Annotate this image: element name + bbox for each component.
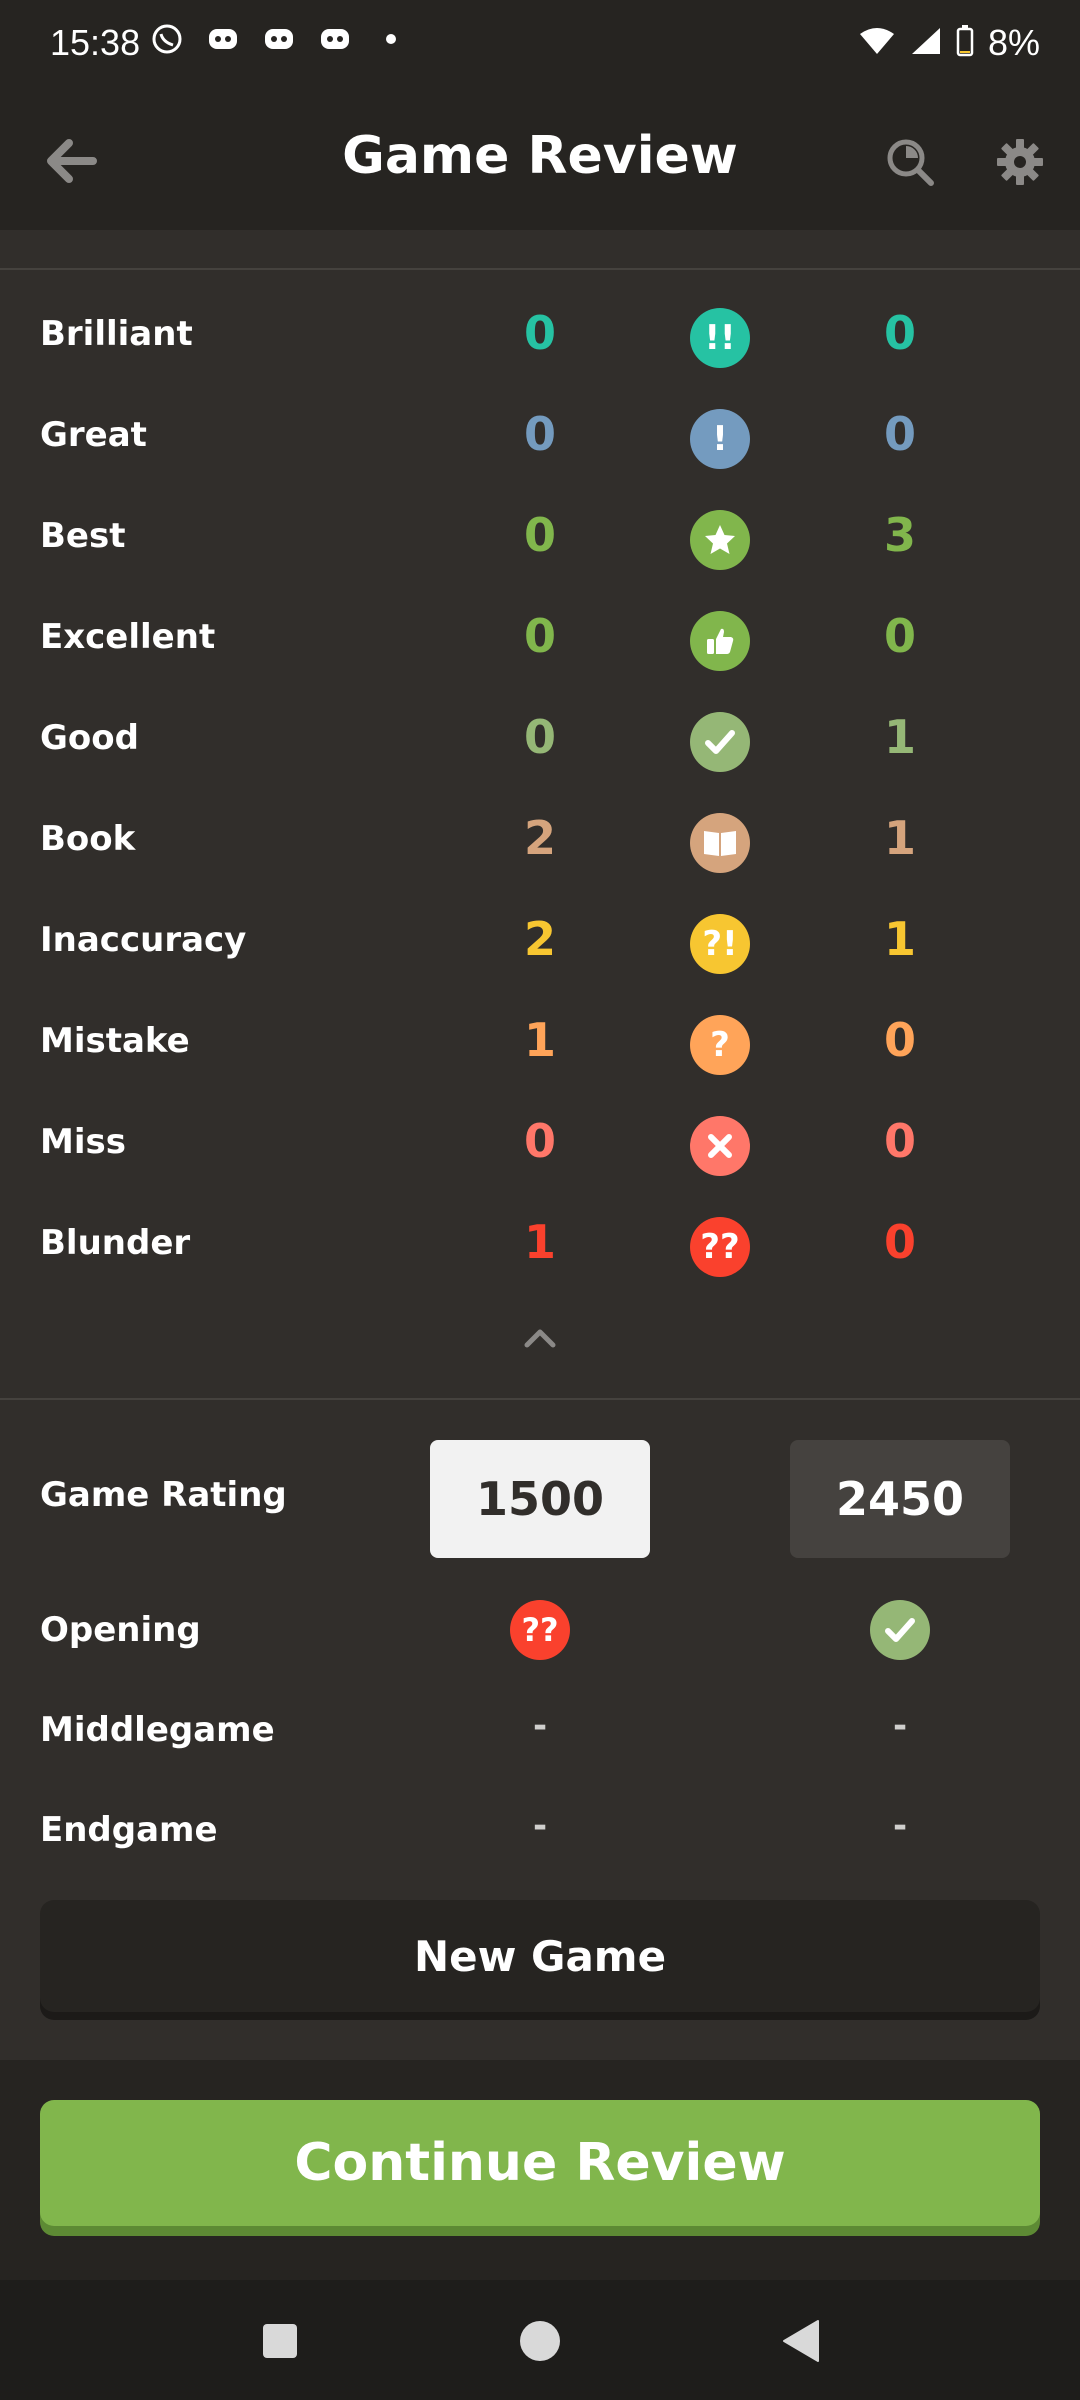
list-item-excellent: Excellent 0 0 <box>0 593 1080 694</box>
white-count: 0 <box>523 609 556 663</box>
system-indicators: 8% <box>858 22 1040 64</box>
wifi-icon <box>858 26 896 60</box>
gear-icon <box>997 139 1043 185</box>
phase-row-endgame: Endgame - - <box>0 1790 1080 1880</box>
status-bar: 15:38 8% <box>0 0 1080 90</box>
system-navigation-bar <box>0 2280 1080 2400</box>
divider <box>0 1398 1080 1400</box>
phase-row-opening: Opening ?? <box>0 1590 1080 1680</box>
move-quality-label: Best <box>40 516 126 556</box>
white-count: 2 <box>523 811 556 865</box>
inaccuracy-icon: ?! <box>690 914 750 974</box>
move-quality-label: Excellent <box>40 617 216 657</box>
list-item-mistake: Mistake 1 ? 0 <box>0 997 1080 1098</box>
thumbs-up-icon <box>690 611 750 671</box>
checkmark-icon <box>690 712 750 772</box>
magnifier-icon <box>887 139 934 186</box>
list-item-brilliant: Brilliant 0 !! 0 <box>0 290 1080 391</box>
phase-label: Opening <box>40 1610 201 1650</box>
white-count: 2 <box>523 912 556 966</box>
white-phase-value: - <box>532 1706 548 1746</box>
list-item-blunder: Blunder 1 ?? 0 <box>0 1199 1080 1300</box>
move-quality-label: Book <box>40 819 136 859</box>
move-quality-label: Great <box>40 415 147 455</box>
analysis-search-button[interactable] <box>880 132 940 192</box>
black-count: 0 <box>883 1114 916 1168</box>
brilliant-icon: !! <box>690 308 750 368</box>
discord-icon <box>206 22 240 56</box>
list-item-best: Best 0 3 <box>0 492 1080 593</box>
new-game-button[interactable]: New Game <box>40 1900 1040 2012</box>
white-count: 0 <box>523 306 556 360</box>
list-item-good: Good 0 1 <box>0 694 1080 795</box>
black-phase-value: - <box>892 1806 908 1846</box>
black-count: 0 <box>883 1013 916 1067</box>
move-quality-label: Good <box>40 718 139 758</box>
triangle-back-icon <box>783 2320 819 2362</box>
x-icon <box>690 1116 750 1176</box>
phase-label: Middlegame <box>40 1710 275 1750</box>
white-count: 0 <box>523 508 556 562</box>
white-count: 0 <box>523 1114 556 1168</box>
white-count: 1 <box>523 1013 556 1067</box>
app-header: Game Review <box>0 90 1080 230</box>
notification-icons <box>150 22 408 56</box>
move-quality-table: Brilliant 0 !! 0 Great 0 ! 0 Best 0 3 Ex… <box>0 290 1080 1300</box>
divider <box>0 268 1080 270</box>
collapse-button[interactable] <box>510 1318 570 1358</box>
discord-icon <box>262 22 296 56</box>
black-count: 3 <box>883 508 916 562</box>
continue-review-button[interactable]: Continue Review <box>40 2100 1040 2226</box>
more-notifications-dot-icon <box>374 22 408 56</box>
circle-icon <box>520 2321 560 2361</box>
black-rating-box: 2450 <box>790 1440 1010 1558</box>
black-count: 0 <box>883 306 916 360</box>
move-quality-label: Brilliant <box>40 314 193 354</box>
white-phase-value: - <box>532 1806 548 1846</box>
white-count: 0 <box>523 407 556 461</box>
great-icon: ! <box>690 409 750 469</box>
home-button[interactable] <box>515 2316 565 2366</box>
recents-button[interactable] <box>255 2316 305 2366</box>
blunder-icon: ?? <box>690 1217 750 1277</box>
whatsapp-icon <box>150 22 184 56</box>
blunder-icon: ?? <box>510 1600 570 1660</box>
game-rating-label: Game Rating <box>40 1475 287 1515</box>
list-item-inaccuracy: Inaccuracy 2 ?! 1 <box>0 896 1080 997</box>
star-icon <box>690 510 750 570</box>
checkmark-icon <box>870 1600 930 1660</box>
battery-icon <box>956 25 974 61</box>
move-quality-label: Miss <box>40 1122 126 1162</box>
discord-icon <box>318 22 352 56</box>
list-item-book: Book 2 1 <box>0 795 1080 896</box>
move-quality-label: Mistake <box>40 1021 190 1061</box>
list-item-miss: Miss 0 0 <box>0 1098 1080 1199</box>
black-count: 1 <box>883 811 916 865</box>
black-count: 1 <box>883 912 916 966</box>
mistake-icon: ? <box>690 1015 750 1075</box>
black-phase-value: - <box>892 1706 908 1746</box>
black-count: 0 <box>883 1215 916 1269</box>
list-item-great: Great 0 ! 0 <box>0 391 1080 492</box>
book-icon <box>690 813 750 873</box>
signal-icon <box>910 26 942 60</box>
move-quality-label: Inaccuracy <box>40 920 247 960</box>
chevron-up-icon <box>524 1329 556 1348</box>
white-count: 1 <box>523 1215 556 1269</box>
black-count: 1 <box>883 710 916 764</box>
black-count: 0 <box>883 407 916 461</box>
back-nav-button[interactable] <box>775 2316 825 2366</box>
white-rating-box: 1500 <box>430 1440 650 1558</box>
status-time: 15:38 <box>50 22 141 63</box>
battery-percentage: 8% <box>987 22 1040 63</box>
black-count: 0 <box>883 609 916 663</box>
square-icon <box>263 2324 297 2358</box>
move-quality-label: Blunder <box>40 1223 191 1263</box>
phase-row-middlegame: Middlegame - - <box>0 1690 1080 1780</box>
settings-button[interactable] <box>990 132 1050 192</box>
white-count: 0 <box>523 710 556 764</box>
phase-label: Endgame <box>40 1810 218 1850</box>
